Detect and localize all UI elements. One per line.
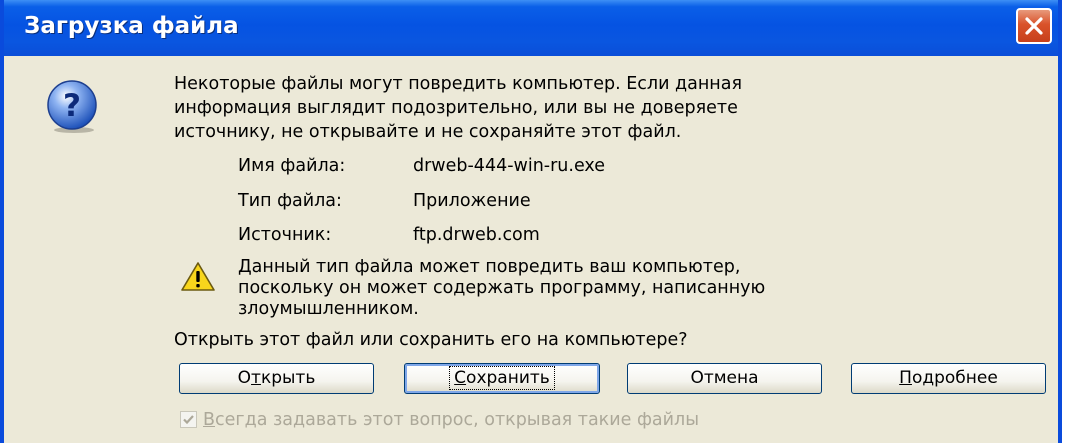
question-text: Открыть этот файл или сохранить его на к… bbox=[174, 330, 688, 350]
file-source-row: Источник: ftp.drweb.com bbox=[238, 225, 540, 245]
file-type-row: Тип файла: Приложение bbox=[238, 191, 531, 211]
save-button[interactable]: Сохранить bbox=[404, 363, 600, 394]
file-name-label: Имя файла: bbox=[238, 156, 346, 176]
save-button-label: Сохранить bbox=[449, 366, 555, 390]
window-title: Загрузка файла bbox=[24, 13, 239, 39]
cancel-button[interactable]: Отмена bbox=[627, 363, 822, 394]
details-button[interactable]: Подробнее bbox=[851, 363, 1046, 394]
file-download-dialog: Загрузка файла ? Некоторые файлы могут п… bbox=[0, 0, 1062, 443]
svg-text:?: ? bbox=[63, 88, 81, 124]
intro-line: информация выглядит подозрительно, или в… bbox=[174, 98, 738, 118]
title-bar[interactable]: Загрузка файла bbox=[4, 0, 1058, 56]
file-source-label: Источник: bbox=[238, 225, 332, 245]
open-button-label: Открыть bbox=[237, 368, 316, 388]
warning-line: поскольку он может содержать программу, … bbox=[238, 278, 766, 298]
warning-line: Данный тип файла может повредить ваш ком… bbox=[238, 257, 741, 277]
warning-text: Данный тип файла может повредить ваш ком… bbox=[238, 257, 1038, 320]
question-icon: ? bbox=[47, 80, 97, 133]
file-type-value: Приложение bbox=[413, 191, 531, 211]
intro-line: источнику, не открывайте и не сохраняйте… bbox=[174, 122, 682, 142]
dialog-body: ? Некоторые файлы могут повредить компью… bbox=[4, 56, 1058, 443]
always-ask-checkbox-row[interactable]: Всегда задавать этот вопрос, открывая та… bbox=[180, 410, 699, 430]
open-button[interactable]: Открыть bbox=[179, 363, 374, 394]
file-name-value: drweb-444-win-ru.exe bbox=[413, 156, 605, 176]
warning-icon bbox=[181, 262, 215, 291]
cancel-button-label: Отмена bbox=[690, 368, 759, 388]
intro-line: Некоторые файлы могут повредить компьюте… bbox=[174, 74, 742, 94]
checkmark-icon bbox=[183, 415, 194, 425]
close-button[interactable] bbox=[1016, 8, 1052, 44]
file-source-value: ftp.drweb.com bbox=[413, 225, 540, 245]
always-ask-checkbox[interactable] bbox=[180, 411, 197, 428]
file-name-row: Имя файла: drweb-444-win-ru.exe bbox=[238, 156, 605, 176]
warning-line: злоумышленником. bbox=[238, 299, 419, 319]
close-icon bbox=[1025, 17, 1043, 35]
intro-text: Некоторые файлы могут повредить компьюте… bbox=[174, 72, 1034, 144]
always-ask-label: Всегда задавать этот вопрос, открывая та… bbox=[203, 410, 700, 430]
file-type-label: Тип файла: bbox=[238, 191, 342, 211]
details-button-label: Подробнее bbox=[899, 368, 998, 388]
